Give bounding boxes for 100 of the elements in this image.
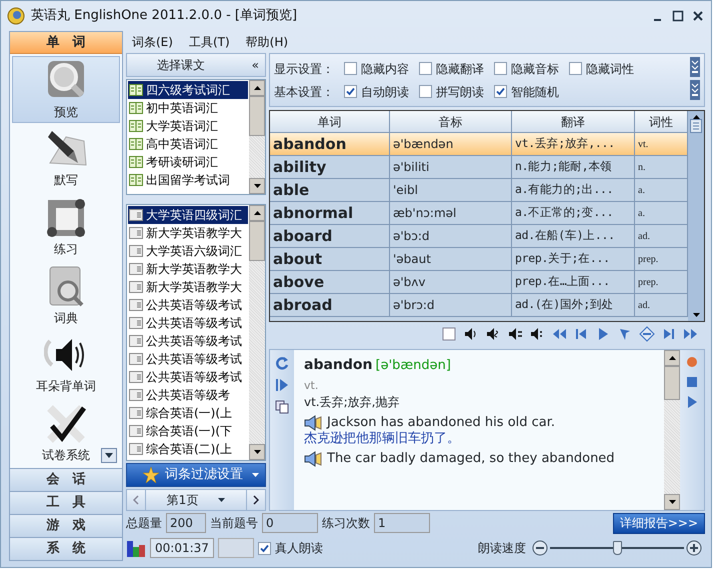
column-header[interactable]: 单词 xyxy=(270,111,390,132)
slider-thumb[interactable] xyxy=(613,541,622,555)
scroll-thumb[interactable] xyxy=(664,366,680,400)
maximize-icon[interactable] xyxy=(671,9,685,23)
dropdown-button[interactable] xyxy=(101,448,117,464)
course-list-item[interactable]: 新大学英语教学大 xyxy=(128,224,248,242)
table-row[interactable]: ability ə'biliti n.能力;能耐,本领 n. xyxy=(270,156,688,179)
course-list-item[interactable]: 公共英语等级考试 xyxy=(128,350,248,368)
scroll-down-icon[interactable] xyxy=(668,500,676,504)
checkbox-label[interactable]: 拼写朗读 xyxy=(436,82,484,100)
table-row[interactable]: above ə'bʌv prep.在…上面... prep. xyxy=(270,271,688,294)
scroll-up-icon[interactable] xyxy=(668,356,676,360)
scroll-thumb-icon[interactable] xyxy=(690,119,702,133)
section-header[interactable]: 单 词 xyxy=(10,32,122,54)
scrollbar[interactable] xyxy=(249,205,265,460)
table-row[interactable]: about 'əbaut prep.关于;在... prep. xyxy=(270,248,688,271)
course-list-item[interactable]: 公共英语等级考试 xyxy=(128,332,248,350)
menu-item[interactable]: 帮助(H) xyxy=(240,33,294,51)
step-play-icon[interactable] xyxy=(275,378,289,392)
scroll-thumb[interactable] xyxy=(249,221,265,261)
speaker-icon[interactable] xyxy=(304,451,322,468)
close-icon[interactable] xyxy=(691,9,705,23)
scroll-down-button[interactable] xyxy=(664,494,680,510)
checkbox[interactable] xyxy=(419,62,432,75)
scroll-up-button[interactable] xyxy=(249,205,265,221)
skip-forward-icon[interactable] xyxy=(661,326,677,342)
scroll-down-button[interactable] xyxy=(249,178,265,194)
course-list-item[interactable]: 公共英语等级考 xyxy=(128,386,248,404)
scrollbar[interactable] xyxy=(249,80,265,194)
course-list-item[interactable]: 公共英语等级考试 xyxy=(128,314,248,332)
table-row[interactable]: abroad ə'brɔ:d ad.(在)国外;到处 ad. xyxy=(270,294,688,317)
checkbox-label[interactable]: 隐藏音标 xyxy=(511,60,559,78)
checkbox[interactable] xyxy=(569,62,582,75)
course-list-item[interactable]: 大学英语六级词汇 xyxy=(128,242,248,260)
collapse-button[interactable]: « xyxy=(252,56,259,74)
checkbox-label[interactable]: 隐藏词性 xyxy=(586,60,634,78)
minus-icon[interactable] xyxy=(532,540,548,556)
checkbox-label[interactable]: 隐藏内容 xyxy=(361,60,409,78)
checkbox[interactable] xyxy=(344,85,357,98)
course-list-item[interactable]: 大学英语词汇 xyxy=(128,117,248,135)
scrollbar[interactable] xyxy=(688,111,704,321)
speaker-icon[interactable] xyxy=(485,326,501,342)
section-button[interactable]: 工 具 xyxy=(10,491,122,514)
detailed-report-button[interactable]: 详细报告>>> xyxy=(612,512,705,534)
course-list-item[interactable]: 新大学英语教学大 xyxy=(128,278,248,296)
scroll-down-button[interactable] xyxy=(249,444,265,460)
course-list-item[interactable]: 四六级考试词汇 xyxy=(128,81,248,99)
scroll-down-icon[interactable] xyxy=(254,184,260,188)
course-list-item[interactable]: 公共英语等级考试 xyxy=(128,296,248,314)
course-list-item[interactable]: 高中英语词汇 xyxy=(128,135,248,153)
speaker-icon[interactable] xyxy=(304,414,322,431)
course-list-item[interactable]: 出国留学考试词 xyxy=(128,171,248,189)
course-list-item[interactable]: 大学英语四级词汇 xyxy=(128,206,248,224)
course-list-item[interactable]: 新大学英语教学大 xyxy=(128,260,248,278)
scrollbar[interactable] xyxy=(664,350,680,510)
course-list-item[interactable]: 综合英语(二)(上 xyxy=(128,440,248,458)
checkbox[interactable] xyxy=(494,85,507,98)
course-list-item[interactable]: 综合英语(一)(下 xyxy=(128,422,248,440)
scroll-up-icon[interactable] xyxy=(254,211,260,215)
scroll-thumb[interactable] xyxy=(249,96,265,136)
section-button[interactable]: 游 戏 xyxy=(10,514,122,537)
section-button[interactable]: 会 话 xyxy=(10,468,122,491)
copy-icon[interactable] xyxy=(275,400,289,414)
sidebar-tool-button[interactable]: 耳朵背单词 xyxy=(12,330,120,398)
scroll-down-icon[interactable] xyxy=(254,450,260,454)
checkbox-label[interactable]: 真人朗读 xyxy=(274,539,323,557)
sidebar-tool-button[interactable]: 练习 xyxy=(12,193,120,260)
slider-track[interactable] xyxy=(550,540,684,556)
skip-back-icon[interactable] xyxy=(573,326,589,342)
checkbox[interactable] xyxy=(494,62,507,75)
checkbox-label[interactable]: 自动朗读 xyxy=(361,82,409,100)
table-row[interactable]: abnormal æb'nɔ:məl a.不正常的;变... a. xyxy=(270,202,688,225)
stop-square-icon[interactable] xyxy=(441,326,457,342)
checkbox-label[interactable]: 智能随机 xyxy=(511,82,559,100)
scroll-down-icon[interactable] xyxy=(692,313,700,317)
rewind-icon[interactable] xyxy=(551,326,567,342)
checkbox[interactable] xyxy=(419,85,432,98)
menu-item[interactable]: 工具(T) xyxy=(182,33,236,51)
play-icon[interactable] xyxy=(686,396,698,408)
sidebar-tool-button[interactable]: 预览 xyxy=(12,56,120,123)
checkbox[interactable] xyxy=(344,62,357,75)
column-header[interactable]: 音标 xyxy=(390,111,512,132)
expand-icon[interactable] xyxy=(690,57,700,77)
course-list-item[interactable]: 综合英语(一)(上 xyxy=(128,404,248,422)
sidebar-tool-button[interactable]: 试卷系统 xyxy=(12,399,120,466)
fast-forward-icon[interactable] xyxy=(683,326,699,342)
checkbox-label[interactable]: 隐藏翻译 xyxy=(436,60,484,78)
refresh-icon[interactable] xyxy=(275,356,289,370)
sidebar-tool-button[interactable]: 默写 xyxy=(12,124,120,192)
checkbox[interactable] xyxy=(258,542,271,554)
sidebar-tool-button[interactable]: 词典 xyxy=(12,262,120,329)
scroll-up-button[interactable] xyxy=(664,350,680,366)
scroll-up-button[interactable] xyxy=(249,80,265,96)
menu-item[interactable]: 词条(E) xyxy=(126,33,179,51)
course-list-item[interactable]: 公共英语等级考试 xyxy=(128,368,248,386)
filter-settings-button[interactable]: 词条过滤设置 xyxy=(126,463,266,487)
speaker-icon[interactable] xyxy=(507,326,523,342)
section-button[interactable]: 系 统 xyxy=(10,537,122,560)
course-list-item[interactable]: 初中英语词汇 xyxy=(128,99,248,117)
diamond-icon[interactable] xyxy=(639,326,655,342)
